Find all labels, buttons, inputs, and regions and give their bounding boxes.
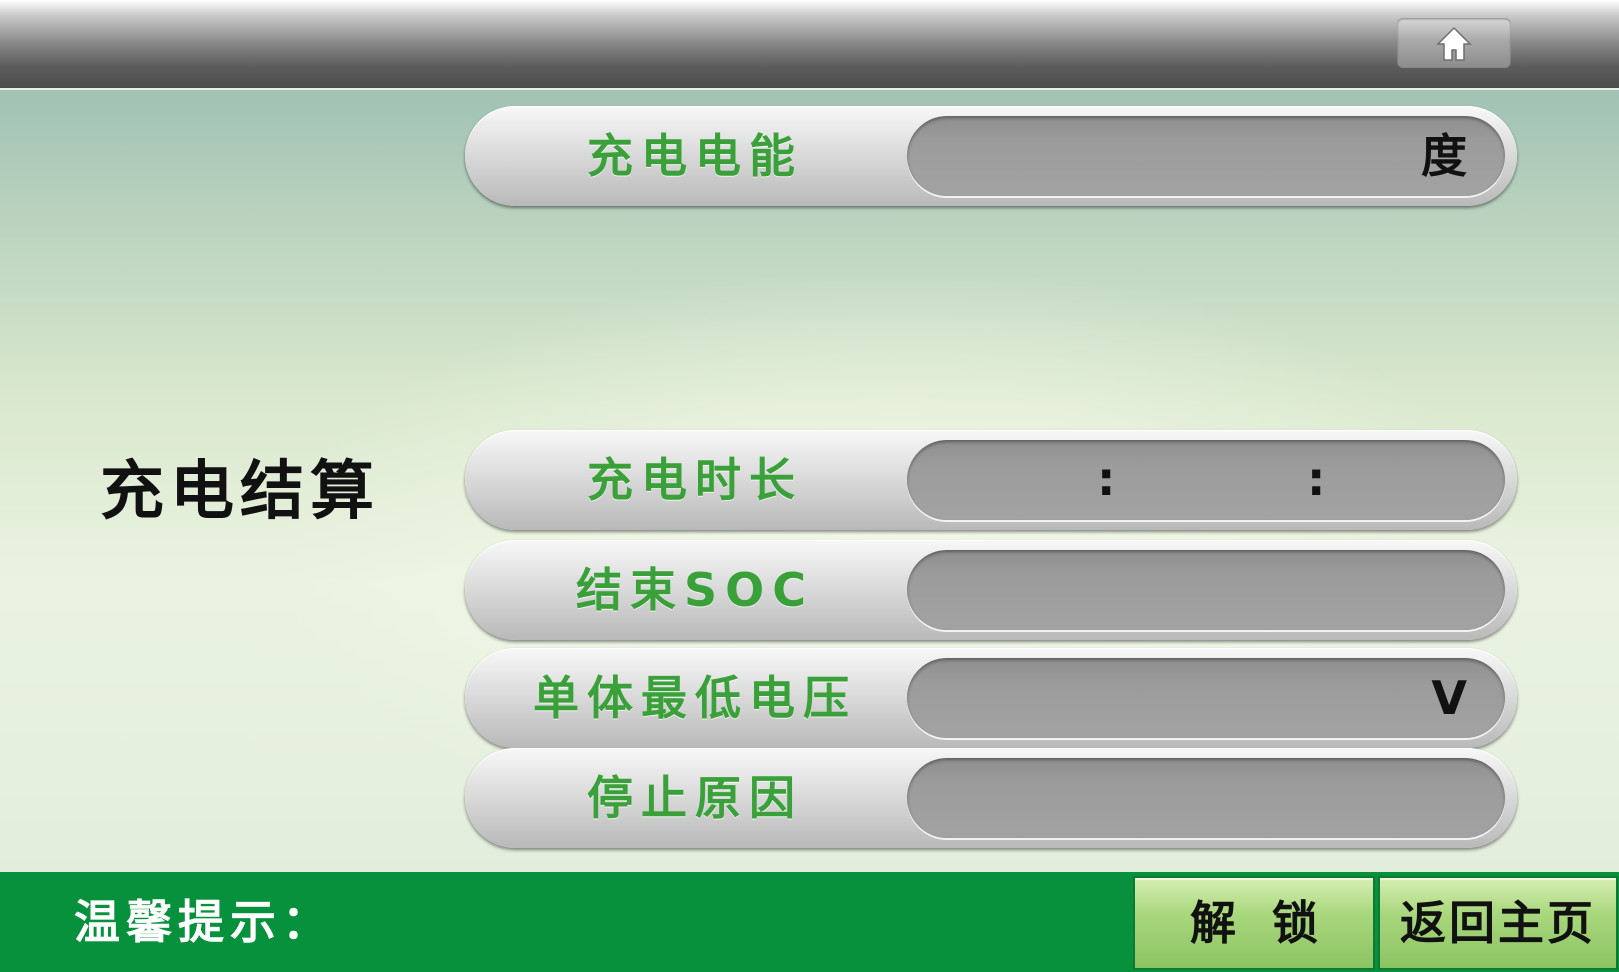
energy-value-field: 度 xyxy=(907,116,1505,196)
min-cell-voltage-unit: V xyxy=(1431,671,1467,725)
end-soc-label: 结束SOC xyxy=(576,563,814,617)
page-title: 充电结算 xyxy=(100,455,380,529)
stop-reason-label: 停止原因 xyxy=(587,771,803,825)
end-soc-value-field xyxy=(907,550,1505,630)
stop-reason-value-field xyxy=(907,758,1505,838)
duration-value-field: : : xyxy=(907,440,1505,520)
min-cell-voltage-row: 单体最低电压 V xyxy=(465,648,1517,748)
tip-label: 温馨提示： xyxy=(74,895,334,949)
home-button[interactable] xyxy=(1397,18,1511,68)
min-cell-voltage-label: 单体最低电压 xyxy=(533,671,857,725)
end-soc-row: 结束SOC xyxy=(465,540,1517,640)
duration-separator-2: : xyxy=(1307,452,1326,506)
duration-row: 充电时长 : : xyxy=(465,430,1517,530)
bottom-bar: 温馨提示： 解锁 返回主页 xyxy=(0,872,1619,972)
duration-separator-1: : xyxy=(1097,452,1116,506)
min-cell-voltage-value-field: V xyxy=(907,658,1505,738)
energy-row: 充电电能 度 xyxy=(465,106,1517,206)
energy-unit: 度 xyxy=(1421,129,1467,183)
unlock-button[interactable]: 解锁 xyxy=(1133,876,1375,970)
energy-label: 充电电能 xyxy=(587,129,803,183)
duration-label: 充电时长 xyxy=(587,453,803,507)
stop-reason-row: 停止原因 xyxy=(465,748,1517,848)
top-bar xyxy=(0,0,1619,90)
return-home-button[interactable]: 返回主页 xyxy=(1378,876,1618,970)
